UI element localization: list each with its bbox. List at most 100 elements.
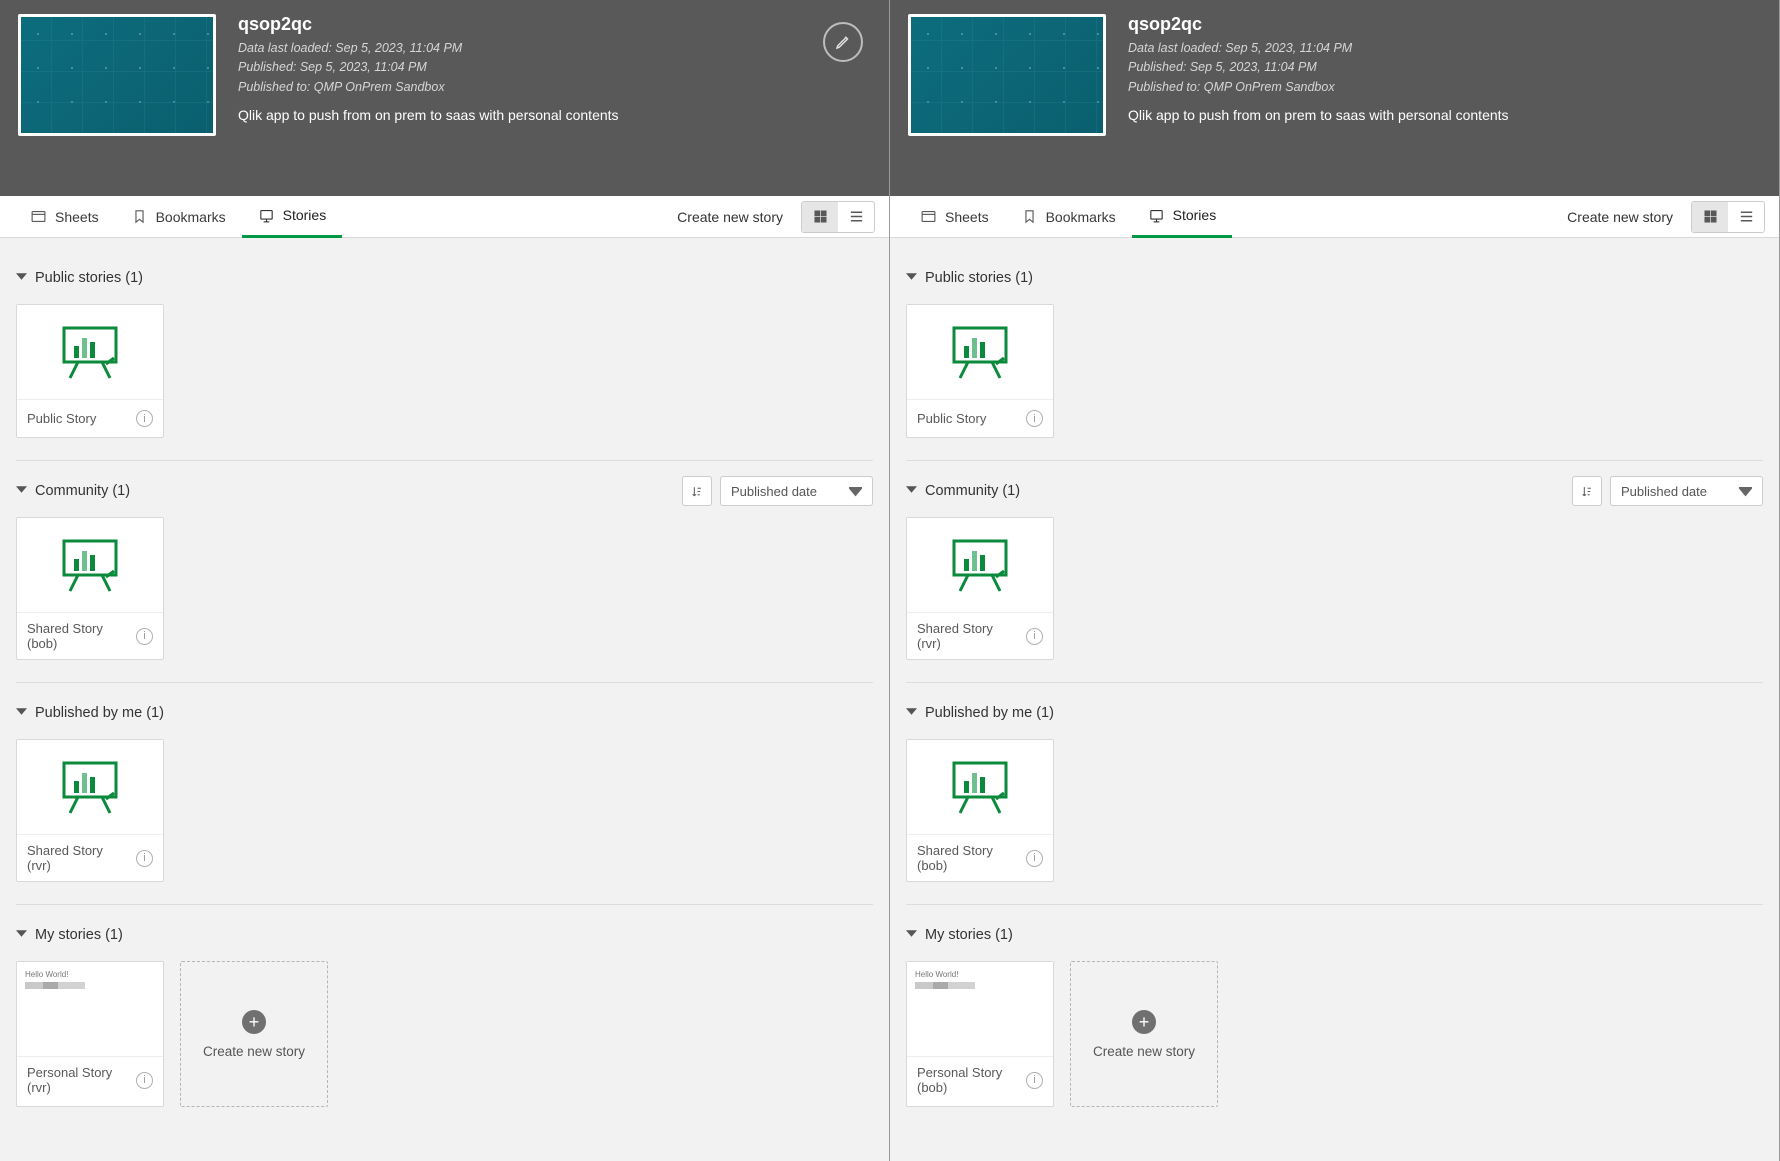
card-thumb	[907, 740, 1053, 834]
easel-icon	[948, 324, 1012, 380]
info-icon[interactable]: i	[136, 850, 153, 867]
info-icon[interactable]: i	[1026, 628, 1043, 645]
sort-label: Published date	[1621, 484, 1707, 499]
easel-icon	[58, 537, 122, 593]
meta-published: Published: Sep 5, 2023, 11:04 PM	[1128, 58, 1509, 77]
info-icon[interactable]: i	[136, 628, 153, 645]
story-card[interactable]: Shared Story (bob)i	[906, 739, 1054, 882]
hello-text: Hello World!	[915, 970, 958, 979]
story-card[interactable]: Shared Story (rvr) i	[16, 739, 164, 882]
section-title: Published by me (1)	[35, 705, 164, 721]
tab-bar: Sheets Bookmarks Stories Create new stor…	[0, 196, 889, 238]
info-icon[interactable]: i	[1026, 850, 1043, 867]
section-title: My stories (1)	[925, 927, 1013, 943]
sort-direction-button[interactable]	[1572, 476, 1602, 506]
sort-direction-button[interactable]	[682, 476, 712, 506]
chevron-down-icon	[1739, 485, 1752, 498]
card-title: Shared Story (bob)	[27, 621, 130, 651]
story-card[interactable]: Public Story i	[906, 304, 1054, 438]
collapse-toggle[interactable]	[906, 927, 917, 943]
app-description: Qlik app to push from on prem to saas wi…	[1128, 107, 1509, 123]
caret-down-icon	[906, 928, 917, 939]
collapse-toggle[interactable]	[16, 927, 27, 943]
list-icon	[848, 208, 865, 225]
story-card[interactable]: Hello World! Personal Story (bob) i	[906, 961, 1054, 1107]
collapse-toggle[interactable]	[906, 270, 917, 286]
sort-label: Published date	[731, 484, 817, 499]
easel-icon	[948, 759, 1012, 815]
tab-label: Sheets	[945, 209, 989, 225]
tab-bar: Sheets Bookmarks Stories Create new stor…	[890, 196, 1779, 238]
card-thumb	[907, 305, 1053, 399]
tab-label: Sheets	[55, 209, 99, 225]
create-new-story-link[interactable]: Create new story	[677, 209, 783, 225]
info-icon[interactable]: i	[136, 410, 153, 427]
app-thumbnail	[18, 14, 216, 136]
stories-content: Public stories (1) Public Story i Communi…	[0, 238, 889, 1161]
caret-down-icon	[16, 271, 27, 282]
section-community: Community (1) Published date Shared Stor…	[16, 473, 873, 660]
tab-sheets[interactable]: Sheets	[904, 196, 1005, 238]
tab-stories[interactable]: Stories	[1132, 196, 1233, 238]
create-story-card[interactable]: +Create new story	[1070, 961, 1218, 1107]
caret-down-icon	[906, 706, 917, 717]
meta-published: Published: Sep 5, 2023, 11:04 PM	[238, 58, 619, 77]
section-title: Public stories (1)	[35, 270, 143, 286]
sheet-icon	[920, 208, 937, 225]
app-header: qsop2qc Data last loaded: Sep 5, 2023, 1…	[890, 0, 1779, 196]
section-published-by-me: Published by me (1) Shared Story (bob)i	[906, 695, 1763, 882]
edit-button[interactable]	[823, 22, 863, 62]
pane-left: qsop2qc Data last loaded: Sep 5, 2023, 1…	[0, 0, 890, 1161]
section-public: Public stories (1) Public Storyi	[906, 260, 1763, 438]
section-title: Published by me (1)	[925, 705, 1054, 721]
grid-view-button[interactable]	[802, 202, 838, 232]
card-title: Shared Story (rvr)	[27, 843, 130, 873]
sort-field-select[interactable]: Published date	[1610, 476, 1763, 506]
grid-view-button[interactable]	[1692, 202, 1728, 232]
create-story-card[interactable]: + Create new story	[180, 961, 328, 1107]
info-icon[interactable]: i	[136, 1072, 153, 1089]
easel-icon	[58, 324, 122, 380]
collapse-toggle[interactable]	[906, 705, 917, 721]
collapse-toggle[interactable]	[16, 270, 27, 286]
card-title: Personal Story (bob)	[917, 1065, 1020, 1095]
app-header: qsop2qc Data last loaded: Sep 5, 2023, 1…	[0, 0, 889, 196]
caret-down-icon	[16, 484, 27, 495]
caret-down-icon	[16, 928, 27, 939]
info-icon[interactable]: i	[1026, 410, 1043, 427]
card-title: Public Story	[27, 411, 96, 426]
create-label: Create new story	[1093, 1044, 1195, 1059]
tab-sheets[interactable]: Sheets	[14, 196, 115, 238]
bookmark-icon	[1021, 208, 1038, 225]
tab-label: Stories	[283, 207, 327, 223]
app-meta: qsop2qc Data last loaded: Sep 5, 2023, 1…	[238, 14, 619, 123]
section-community: Community (1) Published date Shared Stor…	[906, 473, 1763, 660]
tab-bookmarks[interactable]: Bookmarks	[1005, 196, 1132, 238]
caret-down-icon	[906, 484, 917, 495]
collapse-toggle[interactable]	[16, 705, 27, 721]
card-thumb: Hello World!	[907, 962, 1053, 1056]
easel-icon	[58, 759, 122, 815]
collapse-toggle[interactable]	[906, 483, 917, 499]
view-toggle	[801, 201, 875, 233]
card-title: Shared Story (rvr)	[917, 621, 1020, 651]
collapse-toggle[interactable]	[16, 483, 27, 499]
list-view-button[interactable]	[1728, 202, 1764, 232]
caret-down-icon	[16, 706, 27, 717]
meta-publishedto: Published to: QMP OnPrem Sandbox	[238, 78, 619, 97]
card-title: Public Story	[917, 411, 986, 426]
list-view-button[interactable]	[838, 202, 874, 232]
story-card[interactable]: Public Story i	[16, 304, 164, 438]
story-card[interactable]: Shared Story (rvr) i	[906, 517, 1054, 660]
section-title: My stories (1)	[35, 927, 123, 943]
card-thumb	[907, 518, 1053, 612]
story-card[interactable]: Hello World! Personal Story (rvr)i	[16, 961, 164, 1107]
tab-label: Stories	[1173, 207, 1217, 223]
tab-bookmarks[interactable]: Bookmarks	[115, 196, 242, 238]
section-my-stories: My stories (1) Hello World! Personal Sto…	[16, 917, 873, 1107]
info-icon[interactable]: i	[1026, 1072, 1043, 1089]
story-card[interactable]: Shared Story (bob) i	[16, 517, 164, 660]
sort-field-select[interactable]: Published date	[720, 476, 873, 506]
tab-stories[interactable]: Stories	[242, 196, 343, 238]
create-new-story-link[interactable]: Create new story	[1567, 209, 1673, 225]
